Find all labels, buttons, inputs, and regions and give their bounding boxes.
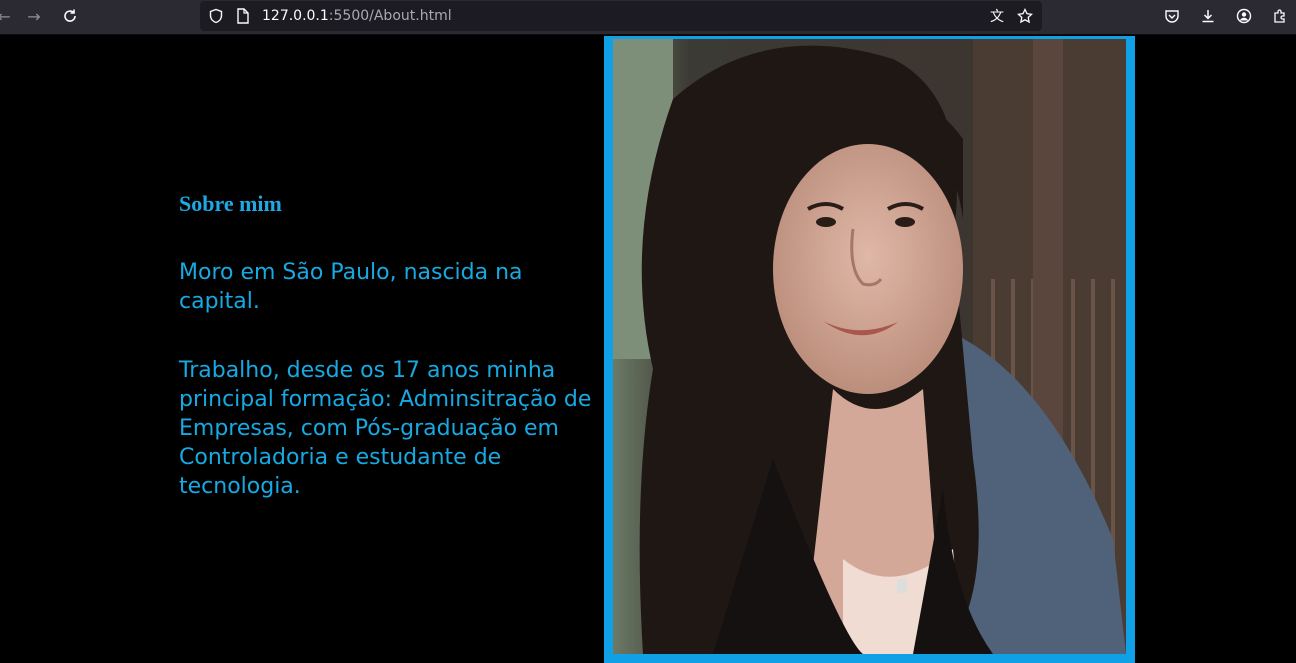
back-icon[interactable]: ←: [0, 4, 18, 28]
url-host: 127.0.0.1: [262, 8, 329, 24]
profile-photo: [604, 36, 1135, 663]
translate-icon[interactable]: 文: [987, 6, 1007, 26]
browser-toolbar: ← → 127.0.0.1:5500/About.html 文: [0, 0, 1296, 35]
page-icon[interactable]: [233, 6, 253, 26]
reload-icon[interactable]: [56, 4, 84, 28]
pocket-icon[interactable]: [1158, 4, 1186, 28]
downloads-icon[interactable]: [1194, 4, 1222, 28]
extensions-icon[interactable]: [1266, 4, 1294, 28]
portrait-image: [613, 39, 1126, 654]
page-content: Sobre mim Moro em São Paulo, nascida na …: [0, 36, 1296, 663]
url-text[interactable]: 127.0.0.1:5500/About.html: [262, 8, 452, 24]
url-path: :5500/About.html: [328, 8, 452, 24]
about-paragraph-1: Moro em São Paulo, nascida na capital.: [179, 260, 523, 314]
url-bar[interactable]: 127.0.0.1:5500/About.html 文: [200, 1, 1042, 31]
forward-icon[interactable]: →: [20, 4, 48, 28]
shield-icon[interactable]: [206, 6, 226, 26]
account-icon[interactable]: [1230, 4, 1258, 28]
about-heading: Sobre mim: [179, 191, 282, 216]
about-paragraph-2: Trabalho, desde os 17 anos minha princip…: [179, 358, 592, 499]
bookmark-star-icon[interactable]: [1015, 6, 1035, 26]
